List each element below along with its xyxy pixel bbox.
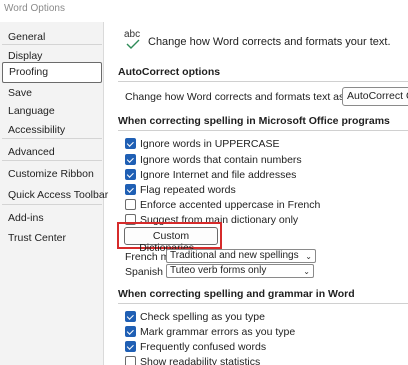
proofing-check-icon <box>126 39 140 49</box>
french-modes-dropdown[interactable]: Traditional and new spellings ⌄ <box>166 249 316 263</box>
sidebar-item-add-ins[interactable]: Add-ins <box>8 212 44 224</box>
option-label: Enforce accented uppercase in French <box>140 198 321 211</box>
section-divider <box>118 130 408 131</box>
option-label: Flag repeated words <box>140 183 236 196</box>
option-label: Mark grammar errors as you type <box>140 325 296 338</box>
option-flag-repeated-words[interactable]: Flag repeated words <box>125 183 236 196</box>
sidebar-item-save[interactable]: Save <box>8 87 32 99</box>
section-word-spelling-heading: When correcting spelling and grammar in … <box>118 288 355 300</box>
checkbox-unchecked[interactable] <box>125 356 136 365</box>
window-title: Word Options <box>4 3 65 14</box>
custom-dictionaries-button[interactable]: Custom Dictionaries... <box>124 227 218 254</box>
spanish-modes-dropdown[interactable]: Tuteo verb forms only ⌄ <box>166 264 314 278</box>
section-divider <box>118 303 408 304</box>
option-ignore-internet-addresses[interactable]: Ignore Internet and file addresses <box>125 168 296 181</box>
sidebar-divider <box>2 138 102 139</box>
french-modes-value: Traditional and new spellings <box>170 250 299 261</box>
checkbox-checked[interactable] <box>125 341 136 352</box>
chevron-down-icon: ⌄ <box>305 252 312 261</box>
option-label: Ignore words that contain numbers <box>140 153 302 166</box>
option-mark-grammar-errors[interactable]: Mark grammar errors as you type <box>125 325 295 338</box>
sidebar-item-customize-ribbon[interactable]: Customize Ribbon <box>8 168 94 180</box>
checkbox-unchecked[interactable] <box>125 199 136 210</box>
option-label: Check spelling as you type <box>140 310 265 323</box>
sidebar-item-quick-access-toolbar[interactable]: Quick Access Toolbar <box>8 189 108 201</box>
sidebar-item-proofing[interactable]: Proofing <box>2 62 102 83</box>
sidebar-item-trust-center[interactable]: Trust Center <box>8 232 66 244</box>
sidebar-item-general[interactable]: General <box>8 31 45 43</box>
checkbox-checked[interactable] <box>125 311 136 322</box>
option-check-spelling[interactable]: Check spelling as you type <box>125 310 265 323</box>
checkbox-checked[interactable] <box>125 326 136 337</box>
autocorrect-options-button[interactable]: AutoCorrect Options... <box>342 87 408 106</box>
option-label: Frequently confused words <box>140 340 267 353</box>
spanish-modes-value: Tuteo verb forms only <box>170 265 267 276</box>
option-label: Ignore Internet and file addresses <box>140 168 297 181</box>
sidebar-divider <box>2 160 102 161</box>
checkbox-checked[interactable] <box>125 184 136 195</box>
option-label: Ignore words in UPPERCASE <box>140 137 280 150</box>
option-frequently-confused-words[interactable]: Frequently confused words <box>125 340 266 353</box>
option-ignore-uppercase[interactable]: Ignore words in UPPERCASE <box>125 137 279 150</box>
section-office-spelling-heading: When correcting spelling in Microsoft Of… <box>118 115 390 127</box>
checkbox-checked[interactable] <box>125 169 136 180</box>
section-autocorrect-heading: AutoCorrect options <box>118 66 221 78</box>
section-divider <box>118 81 408 82</box>
sidebar-item-advanced[interactable]: Advanced <box>8 146 55 158</box>
option-label: Show readability statistics <box>140 355 261 365</box>
chevron-down-icon: ⌄ <box>303 267 310 276</box>
checkbox-checked[interactable] <box>125 138 136 149</box>
sidebar-item-display[interactable]: Display <box>8 50 42 62</box>
sidebar-divider <box>2 44 102 45</box>
option-ignore-numbers[interactable]: Ignore words that contain numbers <box>125 153 302 166</box>
option-readability-statistics[interactable]: Show readability statistics <box>125 355 260 365</box>
sidebar-item-language[interactable]: Language <box>8 105 55 117</box>
page-description: Change how Word corrects and formats you… <box>148 36 391 48</box>
sidebar-item-accessibility[interactable]: Accessibility <box>8 124 65 136</box>
option-enforce-french-uppercase[interactable]: Enforce accented uppercase in French <box>125 198 320 211</box>
checkbox-checked[interactable] <box>125 154 136 165</box>
sidebar-divider <box>2 204 102 205</box>
